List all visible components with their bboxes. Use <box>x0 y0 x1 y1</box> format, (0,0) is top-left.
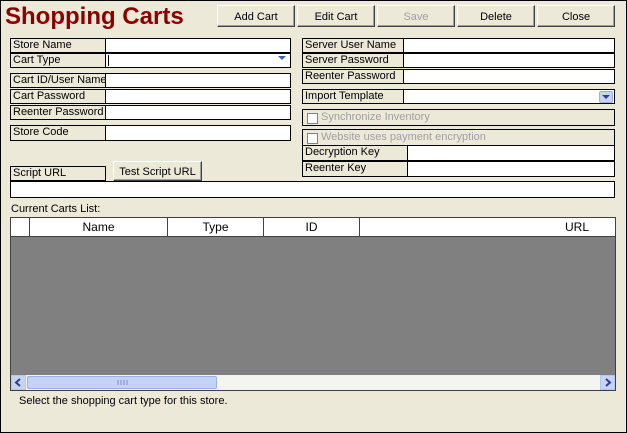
script-url-field[interactable] <box>10 181 615 198</box>
column-id[interactable]: ID <box>264 218 360 236</box>
delete-button[interactable]: Delete <box>457 5 535 27</box>
sync-inventory-checkbox[interactable]: Synchronize Inventory <box>302 109 615 126</box>
arrow-left-icon[interactable] <box>11 375 26 390</box>
server-user-field[interactable] <box>403 38 615 53</box>
store-code-field[interactable] <box>105 125 291 141</box>
decryption-key-field[interactable] <box>407 145 615 161</box>
test-script-url-label: Test Script URL <box>119 166 196 178</box>
arrow-right-icon[interactable] <box>600 375 615 390</box>
cart-password-label: Cart Password <box>10 89 106 104</box>
cart-id-label: Cart ID/User Name <box>10 73 106 88</box>
row-selector-header <box>11 218 30 236</box>
add-cart-label: Add Cart <box>234 11 278 23</box>
payment-encryption-label: Website uses payment encryption <box>321 131 486 143</box>
reenter-key-field[interactable] <box>407 161 615 177</box>
cart-password-field[interactable] <box>105 89 291 104</box>
server-reenter-password-field[interactable] <box>403 69 615 84</box>
column-url[interactable]: URL <box>360 218 615 236</box>
column-name[interactable]: Name <box>30 218 168 236</box>
store-name-label: Store Name <box>10 38 106 53</box>
column-type[interactable]: Type <box>168 218 264 236</box>
decryption-key-label: Decryption Key <box>302 145 408 161</box>
import-template-label: Import Template <box>302 89 404 104</box>
edit-cart-label: Edit Cart <box>314 11 358 23</box>
close-label: Close <box>561 11 591 23</box>
checkbox-icon <box>307 133 318 144</box>
cart-type-label: Cart Type <box>10 53 106 68</box>
edit-cart-button[interactable]: Edit Cart <box>297 5 375 27</box>
reenter-key-label: Reenter Key <box>302 161 408 177</box>
sync-inventory-label: Synchronize Inventory <box>321 111 430 123</box>
carts-list-label: Current Carts List: <box>11 203 101 215</box>
test-script-url-button[interactable]: Test Script URL <box>113 161 202 181</box>
save-button[interactable]: Save <box>377 5 455 27</box>
server-user-label: Server User Name <box>302 38 404 53</box>
import-template-select[interactable] <box>403 89 615 104</box>
page-title: Shopping Carts <box>5 3 184 30</box>
close-button[interactable]: Close <box>537 5 615 27</box>
horizontal-scrollbar[interactable] <box>11 375 615 390</box>
status-text: Select the shopping cart type for this s… <box>19 395 228 407</box>
reenter-password-field[interactable] <box>105 105 291 120</box>
save-label: Save <box>403 11 429 23</box>
add-cart-button[interactable]: Add Cart <box>217 5 295 27</box>
shopping-carts-window: Shopping Carts Add Cart Edit Cart Save D… <box>0 0 627 433</box>
carts-list-header: Name Type ID URL <box>11 218 615 237</box>
server-password-field[interactable] <box>403 53 615 68</box>
text-cursor <box>108 55 109 66</box>
store-name-field[interactable] <box>105 38 291 53</box>
reenter-password-label: Reenter Password <box>10 105 106 120</box>
server-password-label: Server Password <box>302 53 404 68</box>
store-code-label: Store Code <box>10 125 106 141</box>
payment-encryption-checkbox[interactable]: Website uses payment encryption <box>302 129 615 146</box>
scroll-thumb[interactable] <box>27 376 217 389</box>
chevron-down-icon[interactable] <box>599 91 613 103</box>
server-reenter-password-label: Reenter Password <box>302 69 404 84</box>
carts-list-grid[interactable]: Name Type ID URL <box>10 217 616 391</box>
script-url-label: Script URL <box>10 166 106 181</box>
cart-type-select[interactable] <box>105 53 291 68</box>
cart-id-field[interactable] <box>105 73 291 88</box>
delete-label: Delete <box>480 11 512 23</box>
checkbox-icon <box>307 113 318 124</box>
chevron-down-icon[interactable] <box>275 54 289 67</box>
